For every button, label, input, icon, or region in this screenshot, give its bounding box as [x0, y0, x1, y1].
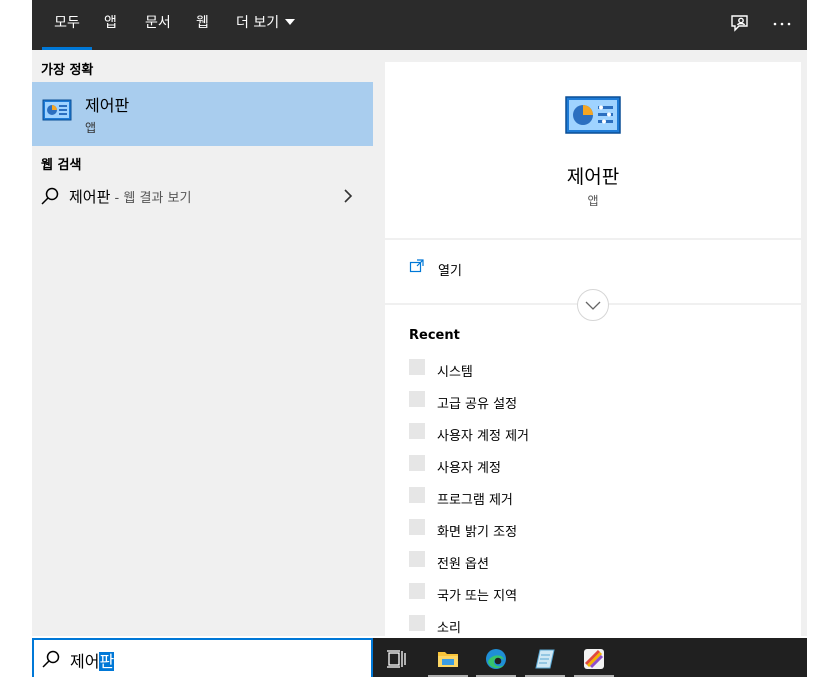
open-external-icon: [409, 258, 425, 274]
open-label: 열기: [438, 264, 462, 279]
task-view-icon: [387, 650, 406, 668]
settings-item-icon: [409, 359, 425, 375]
tab-web[interactable]: 웹: [196, 0, 209, 50]
settings-item-icon: [409, 487, 425, 503]
tab-web-label: 웹: [196, 15, 209, 31]
tab-all[interactable]: 모두: [42, 0, 92, 50]
chevron-right-icon[interactable]: [342, 188, 354, 204]
settings-item-icon: [409, 519, 425, 535]
recent-item-label: 고급 공유 설정: [437, 397, 518, 412]
recent-item-label: 사용자 계정: [437, 461, 501, 476]
settings-item-icon: [409, 583, 425, 599]
search-icon: [40, 186, 60, 206]
recent-item-label: 국가 또는 지역: [437, 589, 518, 604]
recent-item-uninstall-program[interactable]: 프로그램 제거: [409, 487, 769, 511]
control-panel-icon: [565, 95, 621, 135]
notepad-icon: [535, 649, 555, 669]
best-match-result[interactable]: 제어판 앱: [32, 82, 373, 146]
recent-item-label: 시스템: [437, 365, 473, 380]
recent-item-sound[interactable]: 소리: [409, 615, 769, 639]
chevron-down-icon: [585, 301, 601, 310]
tab-more[interactable]: 더 보기: [236, 0, 296, 50]
search-query-selection: 판: [99, 652, 115, 671]
tab-apps-label: 앱: [104, 15, 117, 31]
settings-item-icon: [409, 391, 425, 407]
search-scope-tabs: 모두 앱 문서 웹 더 보기: [32, 0, 807, 50]
web-result-query: 제어판: [69, 188, 111, 206]
settings-item-icon: [409, 615, 425, 631]
file-explorer-icon: [438, 652, 458, 667]
recent-item-label: 사용자 계정 제거: [437, 429, 529, 444]
tab-more-label: 더 보기: [236, 15, 280, 31]
control-panel-icon: [42, 98, 72, 122]
preview-title: 제어판: [566, 166, 620, 188]
search-query-text: 제어판: [70, 648, 115, 672]
expand-button[interactable]: [577, 289, 609, 321]
results-pane: 가장 정확 제어판 앱 웹 검색 제어판 - 웹 결과 보기: [32, 50, 373, 636]
more-options-icon[interactable]: [770, 12, 794, 36]
recent-item-label: 프로그램 제거: [437, 493, 513, 508]
tab-documents[interactable]: 문서: [145, 0, 171, 50]
tab-apps[interactable]: 앱: [104, 0, 117, 50]
edge-icon: [486, 649, 506, 669]
recent-item-label: 전원 옵션: [437, 557, 489, 572]
recent-heading: Recent: [409, 328, 460, 343]
web-result-text: 제어판 - 웹 결과 보기: [69, 186, 191, 207]
preview-subtitle: 앱: [587, 194, 599, 208]
recent-item-brightness[interactable]: 화면 밝기 조정: [409, 519, 769, 543]
recent-item-remove-user[interactable]: 사용자 계정 제거: [409, 423, 769, 447]
preview-pane: 제어판 앱 열기 Recent 시스템 고급 공유 설정 사용자 계정 제거 사…: [373, 50, 807, 636]
web-result-hint: - 웹 결과 보기: [110, 191, 192, 206]
recent-item-system[interactable]: 시스템: [409, 359, 769, 383]
tab-documents-label: 문서: [145, 15, 171, 31]
recent-item-label: 화면 밝기 조정: [437, 525, 518, 540]
settings-item-icon: [409, 423, 425, 439]
best-match-heading: 가장 정확: [41, 63, 94, 78]
preview-card: 제어판 앱 열기 Recent 시스템 고급 공유 설정 사용자 계정 제거 사…: [385, 62, 801, 636]
best-match-title: 제어판: [85, 96, 130, 115]
recent-item-advanced-sharing[interactable]: 고급 공유 설정: [409, 391, 769, 415]
notepad-button[interactable]: [525, 641, 565, 677]
search-icon: [41, 649, 61, 669]
web-search-heading: 웹 검색: [41, 158, 82, 173]
caret-down-icon: [285, 19, 296, 25]
file-explorer-button[interactable]: [428, 641, 468, 677]
recent-item-region[interactable]: 국가 또는 지역: [409, 583, 769, 607]
recent-item-power-options[interactable]: 전원 옵션: [409, 551, 769, 575]
feedback-icon[interactable]: [728, 12, 752, 36]
start-search-window: 모두 앱 문서 웹 더 보기 가장 정확 제어판 앱 웹 검색 제어판 - 웹 …: [0, 0, 840, 677]
taskbar: [373, 638, 807, 677]
search-query-prefix: 제어: [70, 652, 100, 671]
divider: [385, 238, 801, 240]
web-search-result[interactable]: 제어판 - 웹 결과 보기: [32, 182, 373, 212]
settings-item-icon: [409, 455, 425, 471]
task-view-button[interactable]: [377, 641, 417, 677]
best-match-subtitle: 앱: [85, 121, 97, 135]
edge-button[interactable]: [476, 641, 516, 677]
tab-all-label: 모두: [54, 15, 80, 31]
paint-icon: [584, 649, 604, 669]
recent-item-user-accounts[interactable]: 사용자 계정: [409, 455, 769, 479]
search-input[interactable]: 제어판: [32, 638, 373, 677]
paint-button[interactable]: [574, 641, 614, 677]
settings-item-icon: [409, 551, 425, 567]
recent-item-label: 소리: [437, 621, 461, 636]
